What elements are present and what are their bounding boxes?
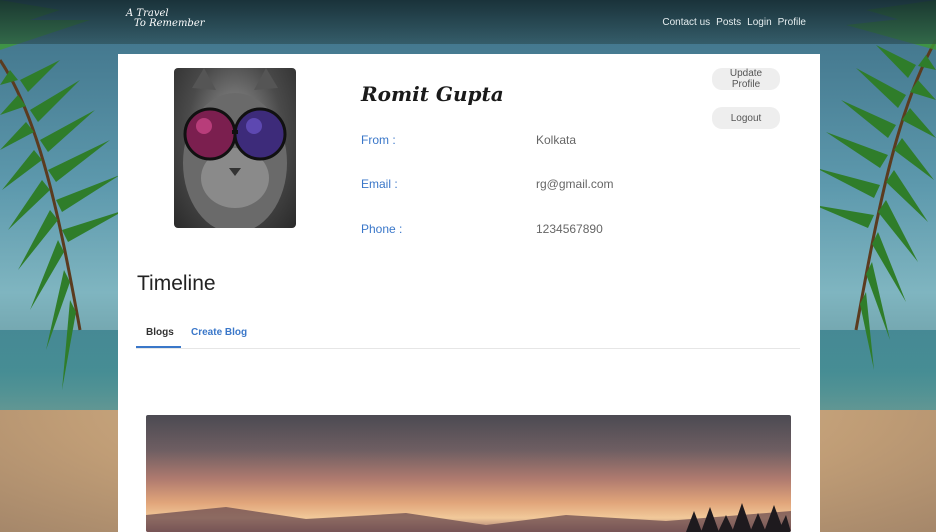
tab-create-blog[interactable]: Create Blog — [191, 327, 247, 338]
top-navbar: A Travel To Remember Contact us Posts Lo… — [0, 0, 936, 44]
profile-card: Romit Gupta From : Kolkata Email : rg@gm… — [118, 54, 820, 532]
nav-link-login[interactable]: Login — [747, 17, 771, 28]
phone-label: Phone : — [361, 222, 403, 236]
brand-line-2: To Remember — [134, 18, 205, 29]
profile-name: Romit Gupta — [361, 82, 504, 106]
from-value: Kolkata — [536, 133, 577, 147]
email-label: Email : — [361, 177, 398, 191]
nav-link-posts[interactable]: Posts — [716, 17, 741, 28]
active-tab-indicator — [136, 346, 181, 348]
sunset-trees-image — [146, 503, 791, 532]
logout-button[interactable]: Logout — [712, 107, 780, 129]
email-value: rg@gmail.com — [536, 177, 614, 191]
nav-links: Contact us Posts Login Profile — [662, 17, 806, 28]
timeline-heading: Timeline — [137, 272, 216, 295]
nav-link-contact[interactable]: Contact us — [662, 17, 710, 28]
tab-blogs[interactable]: Blogs — [146, 327, 174, 338]
phone-value: 1234567890 — [536, 222, 603, 236]
blog-post-image[interactable] — [146, 415, 791, 532]
cat-with-glasses-image — [183, 68, 287, 228]
nav-link-profile[interactable]: Profile — [778, 17, 806, 28]
update-profile-button[interactable]: Update Profile — [712, 68, 780, 90]
profile-avatar — [174, 68, 296, 228]
timeline-tabs: Blogs Create Blog — [136, 322, 800, 349]
from-label: From : — [361, 133, 396, 147]
brand-logo[interactable]: A Travel To Remember — [126, 9, 205, 29]
